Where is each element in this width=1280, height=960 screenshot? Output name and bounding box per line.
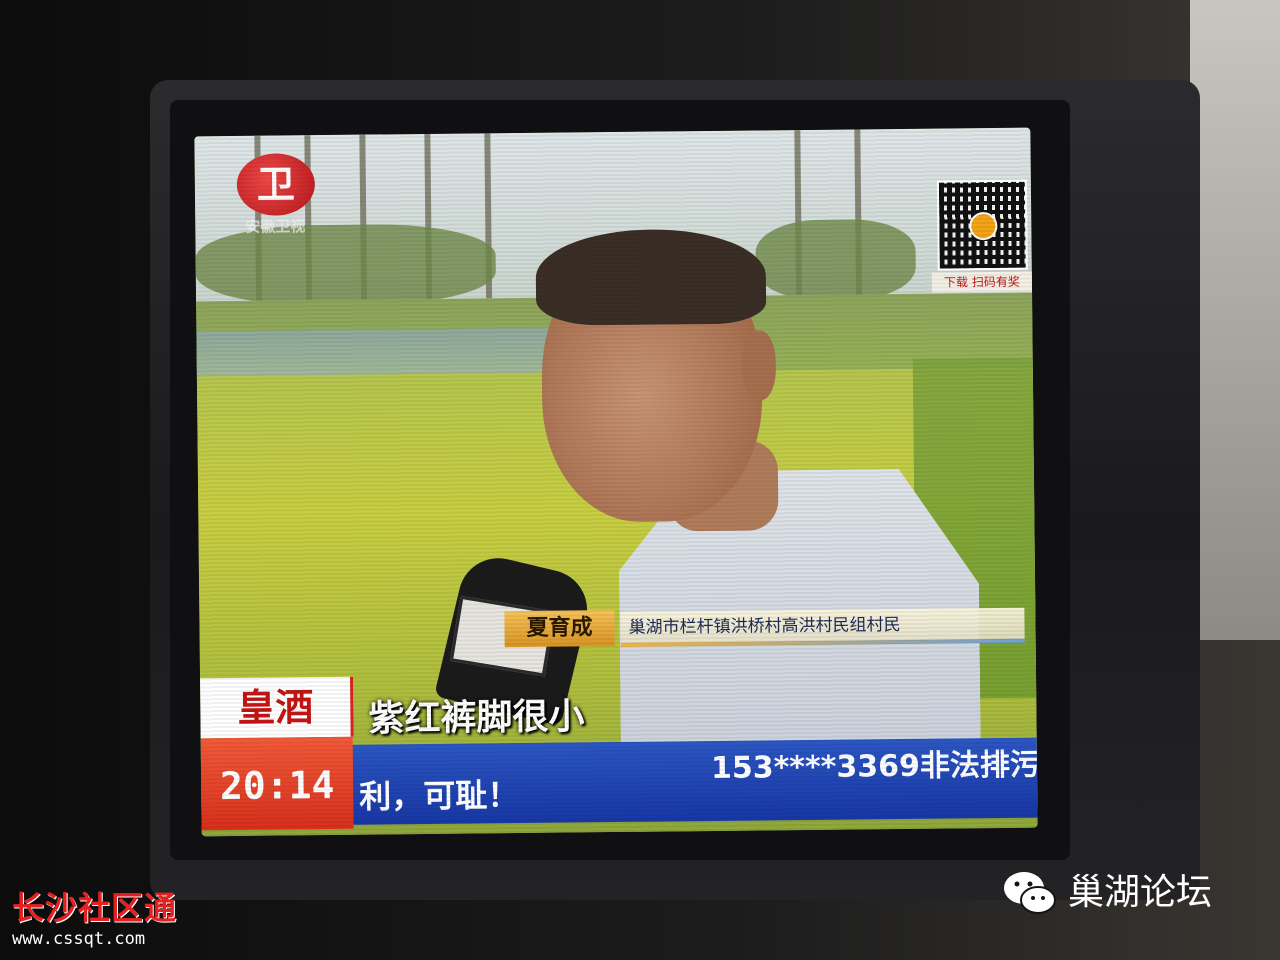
channel-logo-mark: 卫 [256, 161, 296, 207]
wechat-icon [1004, 872, 1056, 914]
interviewee-name: 夏育成 [504, 610, 615, 648]
pond [196, 327, 577, 377]
subtitle-caption: 紫红裤脚很小 [368, 696, 585, 740]
qr-caption: 下载 扫码有奖 [931, 271, 1033, 293]
channel-logo-caption: 安徽卫视 [245, 217, 306, 236]
watermark-brand-right: 巢湖论坛 [1068, 872, 1213, 913]
wall-surface [1190, 0, 1280, 640]
qr-center-logo [969, 211, 998, 241]
lower-third-nameplate: 夏育成 巢湖市栏杆镇洪桥村高洪村民组村民 [504, 606, 1025, 648]
sponsor-text: 皇酒 [237, 684, 314, 730]
tv-screen: 卫 安徽卫视 下载 扫码有奖 夏育成 巢湖市栏杆镇洪桥村高洪村民组村民 皇酒 紫… [194, 127, 1038, 837]
person-hair [535, 228, 767, 326]
ticker-text-right: 153****3369非法排污 [710, 747, 1038, 787]
treeline [755, 218, 917, 301]
person-ear [741, 330, 777, 401]
watermark-url: www.cssqt.com [12, 929, 146, 949]
ticker-text-left: 利，可耻！ [359, 776, 520, 816]
watermark-brand-left: 长沙社区通 [12, 889, 178, 927]
clock: 20:14 [219, 762, 335, 809]
